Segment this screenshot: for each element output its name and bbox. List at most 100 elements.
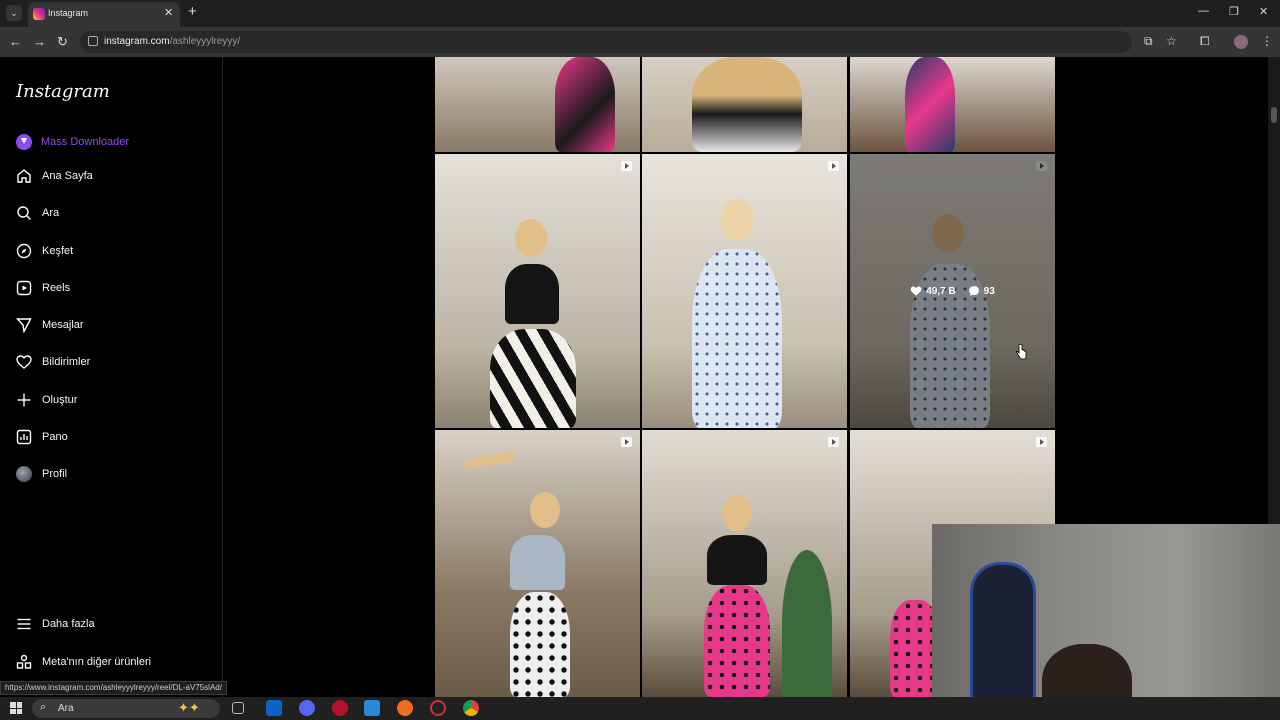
home-icon (17, 169, 31, 183)
search-icon (17, 206, 31, 220)
download-icon (16, 134, 32, 150)
heart-filled-icon (910, 286, 922, 296)
instagram-logo[interactable]: Instagram (16, 81, 110, 102)
post-thumbnail (905, 57, 955, 152)
outlook-icon[interactable] (266, 700, 282, 716)
browser-tab-bar: ⌄ Instagram ✕ + — ❐ ✕ (0, 0, 1280, 27)
post-thumbnail-top (505, 264, 559, 324)
post-thumbnail-pants (490, 329, 576, 428)
sidebar-item-label: Ara (42, 207, 60, 219)
post-thumbnail-top (707, 535, 767, 585)
reload-icon[interactable]: ↻ (57, 34, 68, 50)
post-tile[interactable] (435, 430, 640, 697)
sidebar-item-home[interactable]: Ana Sayfa (16, 164, 93, 188)
copilot-sparkle-icon: ✦✦ (178, 700, 200, 715)
post-tile[interactable] (642, 430, 847, 697)
sidebar-item-meta[interactable]: Meta'nın diğer ürünleri (16, 650, 151, 674)
windows-start-icon[interactable] (10, 702, 22, 714)
opera-icon[interactable] (332, 700, 348, 716)
sidebar-item-label: Reels (42, 282, 71, 294)
hand-cursor-icon (1015, 344, 1027, 360)
right-empty-area (1055, 57, 1268, 524)
webcam-overlay (932, 524, 1280, 697)
post-thumbnail-plant (782, 550, 832, 697)
dashboard-icon (16, 429, 32, 445)
sidebar-item-explore[interactable]: Keşfet (16, 239, 73, 263)
post-tile[interactable] (435, 57, 640, 152)
reel-icon (621, 161, 632, 171)
post-thumbnail (722, 495, 752, 531)
tab-search-icon[interactable]: ⌄ (6, 5, 22, 21)
search-icon: ⌕ (40, 701, 47, 713)
site-info-icon[interactable] (88, 36, 98, 46)
restore-icon[interactable]: ❐ (1229, 5, 1239, 18)
extensions-icon[interactable]: ⧠ (1200, 34, 1210, 49)
taskbar-search-placeholder: Ara (58, 703, 74, 714)
sidebar-item-create[interactable]: Oluştur (16, 388, 77, 412)
sidebar-item-reels[interactable]: Reels (16, 276, 70, 300)
sidebar-item-more[interactable]: Daha fazla (16, 612, 95, 636)
url-text: instagram.com/ashleyyylreyyy/ (104, 36, 240, 47)
gaming-chair (970, 562, 1036, 697)
bookmark-star-icon[interactable]: ☆ (1166, 34, 1177, 48)
status-bar-url: https://www.instagram.com/ashleyyylreyyy… (0, 681, 227, 695)
post-thumbnail (530, 492, 560, 528)
windows-taskbar: ⌕ Ara ✦✦ (0, 697, 1280, 720)
tab-title: Instagram (48, 8, 89, 18)
profile-avatar-icon[interactable] (1234, 35, 1248, 49)
post-thumbnail-pants (704, 585, 770, 697)
sidebar-item-label: Ana Sayfa (42, 170, 93, 182)
firefox-icon[interactable] (397, 700, 413, 716)
sidebar-item-label: Bildirimler (42, 356, 91, 368)
reel-icon (828, 161, 839, 171)
sidebar-item-dashboard[interactable]: Pano (16, 425, 68, 449)
address-bar-row: ← → ↻ instagram.com/ashleyyylreyyy/ ⧉ ☆ … (0, 27, 1280, 57)
page-scrollbar[interactable] (1268, 57, 1280, 524)
sidebar-item-profile[interactable]: Profil (16, 462, 67, 486)
forward-icon[interactable]: → (33, 34, 46, 49)
sidebar-item-label: Daha fazla (42, 618, 95, 630)
post-tile[interactable] (642, 154, 847, 428)
instagram-sidebar: Instagram Mass Downloader Ana Sayfa Ara … (0, 57, 223, 697)
post-tile[interactable] (850, 57, 1055, 152)
sidebar-item-label: Profil (42, 468, 68, 480)
close-window-icon[interactable]: ✕ (1259, 5, 1268, 18)
reel-icon (1036, 437, 1047, 447)
sidebar-item-messages[interactable]: Mesajlar (16, 313, 84, 337)
heart-icon (16, 355, 32, 369)
sidebar-item-search[interactable]: Ara (16, 201, 59, 225)
back-icon[interactable]: ← (9, 34, 22, 49)
url-path: /ashleyyylreyyy/ (169, 36, 241, 47)
sidebar-item-label: Meta'nın diğer ürünleri (42, 656, 152, 668)
task-view-icon[interactable] (232, 702, 244, 714)
likes-stat: 49,7 B (910, 285, 956, 297)
url-input[interactable]: instagram.com/ashleyyylreyyy/ (80, 31, 1132, 53)
post-thumbnail-top (510, 535, 565, 590)
post-thumbnail (692, 57, 802, 152)
sidebar-item-mass-downloader[interactable]: Mass Downloader (16, 130, 129, 154)
scrollbar-thumb[interactable] (1271, 107, 1277, 123)
tab-close-icon[interactable]: ✕ (164, 6, 173, 19)
sidebar-item-label: Oluştur (42, 394, 78, 406)
post-tile-hovered[interactable]: 49,7 B 93 (850, 154, 1055, 428)
post-tile[interactable] (435, 154, 640, 428)
post-tile[interactable] (642, 57, 847, 152)
taskbar-search-input[interactable]: ⌕ Ara ✦✦ (32, 699, 220, 718)
new-tab-icon[interactable]: + (188, 3, 197, 20)
reels-icon (16, 280, 32, 296)
post-thumbnail (515, 219, 547, 257)
comments-stat: 93 (968, 285, 995, 297)
compass-icon (16, 243, 32, 259)
chrome-icon[interactable] (463, 700, 479, 716)
tab-instagram[interactable]: Instagram ✕ (28, 2, 180, 27)
plus-icon (17, 393, 31, 407)
hamburger-menu-icon (17, 618, 31, 630)
menu-kebab-icon[interactable]: ⋮ (1261, 34, 1273, 48)
sidebar-item-notifications[interactable]: Bildirimler (16, 350, 90, 374)
comments-count: 93 (983, 285, 995, 297)
minimize-icon[interactable]: — (1198, 5, 1209, 17)
windows-app-icon[interactable] (364, 700, 380, 716)
obs-icon[interactable] (430, 700, 446, 716)
discord-icon[interactable] (299, 700, 315, 716)
cast-icon[interactable]: ⧉ (1144, 34, 1153, 49)
